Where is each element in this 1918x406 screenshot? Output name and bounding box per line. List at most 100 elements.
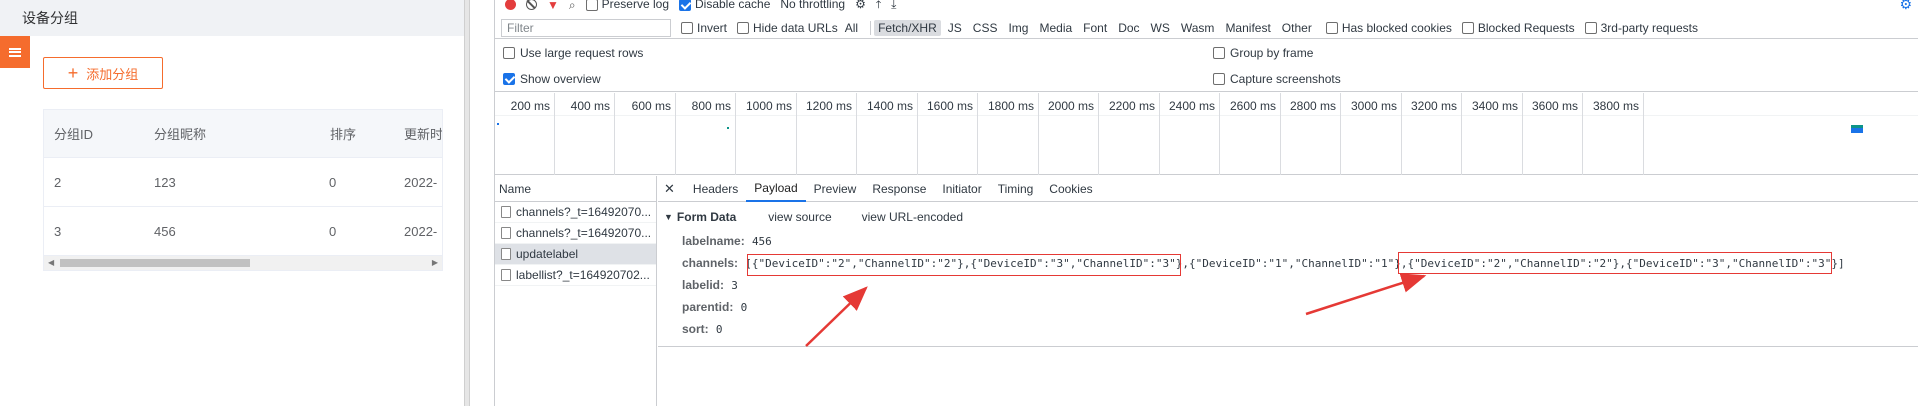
type-filter-doc[interactable]: Doc [1114, 20, 1143, 36]
tab-initiator[interactable]: Initiator [934, 176, 989, 202]
payload-field: parentid: 0 [682, 300, 747, 314]
type-filter-ws[interactable]: WS [1147, 20, 1174, 36]
network-toolbar: ▼ ⌕ Preserve log Disable cache No thrott… [495, 0, 1918, 16]
timeline-request-mark [1851, 125, 1863, 133]
timeline-tick: 3800 ms [495, 93, 1644, 175]
tab-payload[interactable]: Payload [746, 176, 806, 202]
type-filter-other[interactable]: Other [1278, 20, 1316, 36]
type-filter-manifest[interactable]: Manifest [1221, 20, 1274, 36]
disable-cache-toggle[interactable]: Disable cache [679, 0, 770, 11]
type-filter-font[interactable]: Font [1079, 20, 1111, 36]
clear-icon[interactable] [526, 0, 537, 10]
blocked-requests-toggle[interactable]: Blocked Requests [1461, 20, 1575, 35]
horizontal-scrollbar[interactable]: ◀ ▶ [44, 256, 442, 270]
view-source-link[interactable]: view source [768, 210, 831, 224]
record-icon[interactable] [505, 0, 516, 10]
scroll-left-icon[interactable]: ◀ [48, 258, 54, 267]
tab-timing[interactable]: Timing [990, 176, 1042, 202]
show-overview-toggle[interactable]: Show overview [503, 72, 601, 86]
type-filter-wasm[interactable]: Wasm [1177, 20, 1219, 36]
file-icon [501, 248, 511, 260]
timeline-tick-label: 3800 ms [1592, 99, 1639, 113]
capture-screenshots-toggle[interactable]: Capture screenshots [1213, 72, 1341, 86]
type-filter-fetch-xhr[interactable]: Fetch/XHR [874, 19, 941, 36]
tab-headers[interactable]: Headers [685, 176, 746, 202]
request-name: labellist?_t=164920702... [516, 268, 650, 282]
checkbox-icon [1213, 47, 1225, 59]
file-icon [501, 227, 511, 239]
hide-data-urls-toggle[interactable]: Hide data URLs [737, 21, 838, 35]
screen: 设备分组 + 添加分组 分组ID 分组昵称 排序 更新时 2 123 0 202… [0, 0, 1918, 406]
group-by-frame-toggle[interactable]: Group by frame [1213, 46, 1313, 60]
network-options: Use large request rows Show overview Gro… [495, 40, 1918, 92]
filter-funnel-icon[interactable]: ▼ [547, 0, 559, 12]
tab-cookies[interactable]: Cookies [1041, 176, 1100, 202]
table-row[interactable]: 2 123 0 2022- [44, 158, 442, 207]
cell-sort: 0 [329, 174, 337, 190]
third-party-toggle[interactable]: 3rd-party requests [1584, 21, 1698, 35]
scrollbar-thumb[interactable] [60, 259, 250, 267]
name-column-header[interactable]: Name [495, 176, 656, 202]
pane-splitter[interactable] [464, 0, 470, 406]
preserve-log-label: Preserve log [601, 0, 669, 11]
throttling-select[interactable]: No throttling [780, 0, 845, 11]
scroll-right-icon[interactable]: ▶ [432, 258, 438, 267]
column-header-sort[interactable]: 排序 [330, 110, 356, 157]
payload-field: labelname: 456 [682, 234, 772, 248]
view-url-encoded-link[interactable]: view URL-encoded [862, 210, 963, 224]
field-key: labelid: [682, 278, 725, 292]
cell-name: 123 [154, 174, 176, 190]
cell-sort: 0 [329, 223, 337, 239]
type-filter-all[interactable]: All [841, 20, 862, 36]
request-row[interactable]: labellist?_t=164920702... [495, 265, 656, 286]
preserve-log-toggle[interactable]: Preserve log [585, 0, 669, 11]
field-key: channels: [682, 256, 739, 270]
payload-field: sort: 0 [682, 322, 723, 336]
form-data-header[interactable]: ▼ Form Data view source view URL-encoded [664, 210, 963, 224]
tab-preview[interactable]: Preview [806, 176, 865, 202]
table-row[interactable]: 3 456 0 2022- [44, 207, 442, 256]
export-har-icon[interactable]: ⤓ [891, 0, 896, 12]
cell-name: 456 [154, 223, 176, 239]
blocked-requests-label: Blocked Requests [1477, 20, 1575, 35]
type-filter-img[interactable]: Img [1004, 20, 1032, 36]
search-icon[interactable]: ⌕ [569, 0, 576, 13]
close-icon[interactable]: ✕ [664, 181, 675, 197]
settings-gear-icon[interactable]: ⚙ [1899, 0, 1912, 13]
checkbox-icon [1584, 21, 1597, 34]
checkbox-checked-icon [679, 0, 691, 11]
column-header-id[interactable]: 分组ID [54, 110, 93, 157]
collapse-triangle-icon[interactable]: ▼ [664, 212, 673, 222]
checkbox-icon [1213, 73, 1225, 85]
type-filter-css[interactable]: CSS [969, 20, 1002, 36]
file-icon [501, 269, 511, 281]
request-row[interactable]: channels?_t=16492070... [495, 223, 656, 244]
has-blocked-cookies-toggle[interactable]: Has blocked cookies [1325, 20, 1452, 35]
column-header-updated[interactable]: 更新时 [404, 110, 442, 157]
overview-timeline[interactable]: 200 ms 400 ms 600 ms 800 ms 1000 ms 1200 ms 14… [495, 93, 1918, 175]
filter-input[interactable]: Filter [501, 18, 671, 37]
has-blocked-cookies-label: Has blocked cookies [1341, 20, 1452, 35]
type-filter-js[interactable]: JS [944, 20, 966, 36]
type-filter-media[interactable]: Media [1035, 20, 1076, 36]
large-rows-toggle[interactable]: Use large request rows [503, 46, 643, 60]
request-row[interactable]: channels?_t=16492070... [495, 202, 656, 223]
page-title: 设备分组 [22, 10, 78, 26]
import-har-icon[interactable]: ⤒ [876, 0, 881, 12]
menu-toggle-button[interactable] [0, 36, 30, 68]
invert-toggle[interactable]: Invert [681, 21, 727, 35]
tab-response[interactable]: Response [864, 176, 934, 202]
invert-label: Invert [697, 20, 728, 35]
network-conditions-icon[interactable]: ⚙ [855, 0, 866, 11]
request-row-selected[interactable]: updatelabel [495, 244, 656, 265]
checkbox-icon [681, 21, 693, 34]
add-group-button[interactable]: + 添加分组 [43, 57, 163, 89]
group-table: 分组ID 分组昵称 排序 更新时 2 123 0 2022- 3 456 0 2… [43, 109, 443, 271]
annotation-box-duplicate-2 [1398, 252, 1832, 274]
column-header-name[interactable]: 分组昵称 [154, 110, 206, 157]
field-value: 3 [731, 279, 738, 292]
app-pane: 设备分组 + 添加分组 分组ID 分组昵称 排序 更新时 2 123 0 202… [0, 0, 464, 406]
checkbox-icon [503, 47, 515, 59]
request-details: ✕ Headers Payload Preview Response Initi… [658, 176, 1918, 406]
capture-screenshots-label: Capture screenshots [1230, 72, 1341, 86]
